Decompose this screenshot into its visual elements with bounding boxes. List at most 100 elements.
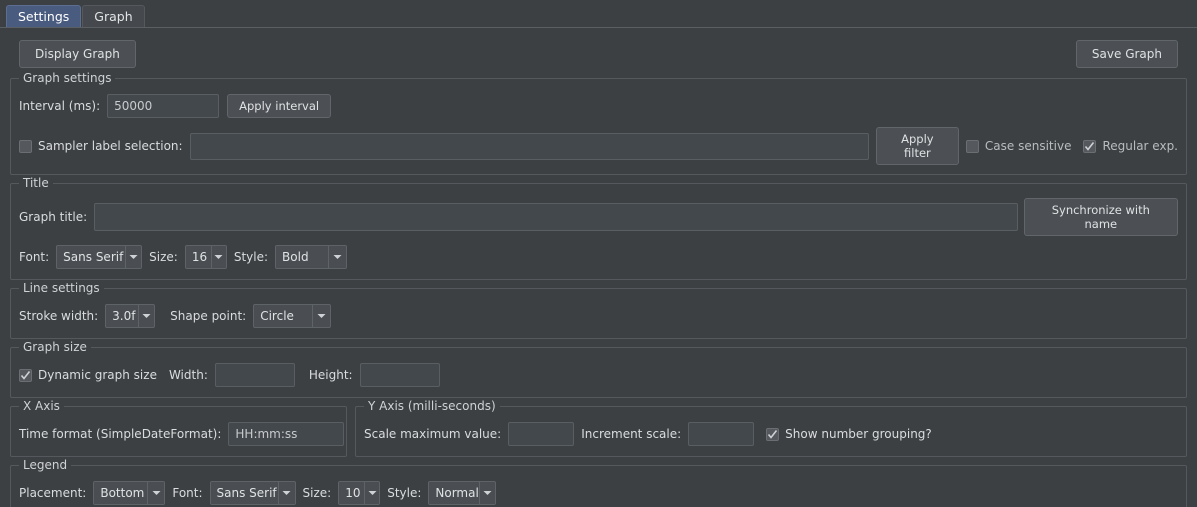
- regular-exp-checkbox[interactable]: [1083, 139, 1097, 153]
- y-axis-group: Y Axis (milli-seconds) Scale maximum val…: [355, 399, 1187, 457]
- graph-title-label: Graph title:: [19, 210, 88, 224]
- interval-input[interactable]: [107, 94, 220, 118]
- axis-row: X Axis Time format (SimpleDateFormat): Y…: [10, 399, 1187, 465]
- legend-font-label: Font:: [172, 486, 203, 500]
- title-font-value: Sans Serif: [57, 246, 125, 268]
- sampler-filter-input[interactable]: [189, 132, 869, 160]
- graph-settings-title: Graph settings: [19, 71, 116, 85]
- title-style-value: Bold: [276, 246, 329, 268]
- y-axis-row: Scale maximum value: Increment scale: Sh…: [364, 421, 1178, 447]
- title-size-combo[interactable]: 16: [184, 245, 227, 269]
- title-style-combo[interactable]: Bold: [275, 245, 348, 269]
- graph-title-row: Graph title: Synchronize with name: [19, 198, 1178, 236]
- regular-exp-label: Regular exp.: [1102, 139, 1178, 153]
- legend-style-label: Style:: [387, 486, 422, 500]
- tab-graph[interactable]: Graph: [82, 5, 145, 27]
- checkmark-icon: [1085, 141, 1095, 151]
- settings-content: Display Graph Save Graph Graph settings …: [0, 28, 1197, 507]
- checkmark-icon: [20, 370, 31, 380]
- x-axis-group: X Axis Time format (SimpleDateFormat):: [10, 399, 347, 457]
- shape-point-combo[interactable]: Circle: [253, 304, 332, 328]
- graph-size-row: Dynamic graph size Width: Height:: [19, 362, 1178, 388]
- time-format-label: Time format (SimpleDateFormat):: [19, 427, 222, 441]
- show-number-grouping-option[interactable]: Show number grouping?: [766, 427, 932, 441]
- y-axis-title: Y Axis (milli-seconds): [364, 399, 500, 413]
- case-sensitive-label: Case sensitive: [984, 139, 1072, 153]
- title-group: Title Graph title: Synchronize with name…: [10, 176, 1187, 280]
- interval-row: Interval (ms): Apply interval: [19, 93, 1178, 119]
- title-group-title: Title: [19, 176, 53, 190]
- line-settings-row: Stroke width: 3.0f Shape point: Circle: [19, 303, 1178, 329]
- dynamic-graph-size-label: Dynamic graph size: [38, 368, 157, 382]
- graph-height-input[interactable]: [359, 363, 440, 387]
- chevron-down-icon[interactable]: [328, 246, 347, 268]
- chevron-down-icon[interactable]: [147, 482, 165, 504]
- legend-font-value: Sans Serif: [210, 482, 278, 504]
- title-font-combo[interactable]: Sans Serif: [56, 245, 143, 269]
- chevron-down-icon[interactable]: [210, 246, 226, 268]
- save-graph-button[interactable]: Save Graph: [1075, 40, 1178, 68]
- case-sensitive-checkbox[interactable]: [965, 139, 979, 153]
- legend-size-label: Size:: [302, 486, 332, 500]
- regular-exp-option[interactable]: Regular exp.: [1083, 139, 1178, 153]
- legend-row: Placement: Bottom Font: Sans Serif Size:: [19, 480, 1178, 506]
- increment-scale-label: Increment scale:: [581, 427, 682, 441]
- graph-width-label: Width:: [168, 368, 208, 382]
- tab-graph-label: Graph: [94, 9, 133, 24]
- line-settings-group: Line settings Stroke width: 3.0f Shape p…: [10, 281, 1187, 339]
- scale-maximum-input[interactable]: [508, 422, 575, 446]
- title-size-value: 16: [185, 246, 211, 268]
- x-axis-row: Time format (SimpleDateFormat):: [19, 421, 345, 447]
- tab-settings-label: Settings: [18, 9, 70, 24]
- stroke-width-label: Stroke width:: [19, 309, 99, 323]
- title-size-label: Size:: [149, 250, 178, 264]
- display-graph-button[interactable]: Display Graph: [19, 40, 136, 68]
- dynamic-graph-size-checkbox[interactable]: [19, 368, 32, 382]
- chevron-down-icon[interactable]: [363, 482, 380, 504]
- chevron-down-icon[interactable]: [479, 482, 496, 504]
- stroke-width-value: 3.0f: [106, 305, 139, 327]
- apply-interval-button[interactable]: Apply interval: [227, 94, 332, 118]
- sampler-label-selection-row: Sampler label selection: Apply filter Ca…: [19, 127, 1178, 165]
- legend-style-combo[interactable]: Normal: [428, 481, 497, 505]
- graph-size-group: Graph size Dynamic graph size Width: Hei…: [10, 340, 1187, 398]
- tab-strip: Settings Graph: [0, 0, 1197, 28]
- increment-scale-input[interactable]: [688, 422, 755, 446]
- title-font-label: Font:: [19, 250, 50, 264]
- legend-placement-combo[interactable]: Bottom: [93, 481, 166, 505]
- case-sensitive-option[interactable]: Case sensitive: [965, 139, 1072, 153]
- scale-maximum-label: Scale maximum value:: [364, 427, 502, 441]
- legend-placement-value: Bottom: [94, 482, 148, 504]
- legend-font-combo[interactable]: Sans Serif: [209, 481, 296, 505]
- time-format-input[interactable]: [228, 422, 345, 446]
- legend-size-combo[interactable]: 10: [338, 481, 381, 505]
- apply-filter-button[interactable]: Apply filter: [876, 127, 959, 165]
- synchronize-with-name-button[interactable]: Synchronize with name: [1023, 198, 1178, 236]
- graph-height-label: Height:: [308, 368, 353, 382]
- legend-group: Legend Placement: Bottom Font: Sans Seri…: [10, 458, 1187, 507]
- show-number-grouping-checkbox[interactable]: [766, 427, 780, 441]
- checkmark-icon: [768, 429, 778, 439]
- shape-point-label: Shape point:: [170, 309, 247, 323]
- interval-label: Interval (ms):: [19, 99, 101, 113]
- shape-point-value: Circle: [254, 305, 313, 327]
- legend-group-title: Legend: [19, 458, 72, 472]
- graph-title-input[interactable]: [94, 203, 1018, 231]
- graph-settings-group: Graph settings Interval (ms): Apply inte…: [10, 71, 1187, 175]
- legend-style-value: Normal: [429, 482, 480, 504]
- chevron-down-icon[interactable]: [124, 246, 142, 268]
- title-style-label: Style:: [233, 250, 269, 264]
- line-settings-title: Line settings: [19, 281, 104, 295]
- graph-width-input[interactable]: [214, 363, 295, 387]
- legend-size-value: 10: [339, 482, 364, 504]
- legend-placement-label: Placement:: [19, 486, 87, 500]
- tab-settings[interactable]: Settings: [6, 5, 82, 27]
- chevron-down-icon[interactable]: [312, 305, 331, 327]
- x-axis-title: X Axis: [19, 399, 64, 413]
- chevron-down-icon[interactable]: [138, 305, 155, 327]
- show-number-grouping-label: Show number grouping?: [785, 427, 932, 441]
- sampler-label-selection-checkbox[interactable]: [19, 139, 32, 153]
- dynamic-graph-size-option[interactable]: Dynamic graph size: [19, 368, 157, 382]
- chevron-down-icon[interactable]: [277, 482, 295, 504]
- stroke-width-combo[interactable]: 3.0f: [105, 304, 156, 328]
